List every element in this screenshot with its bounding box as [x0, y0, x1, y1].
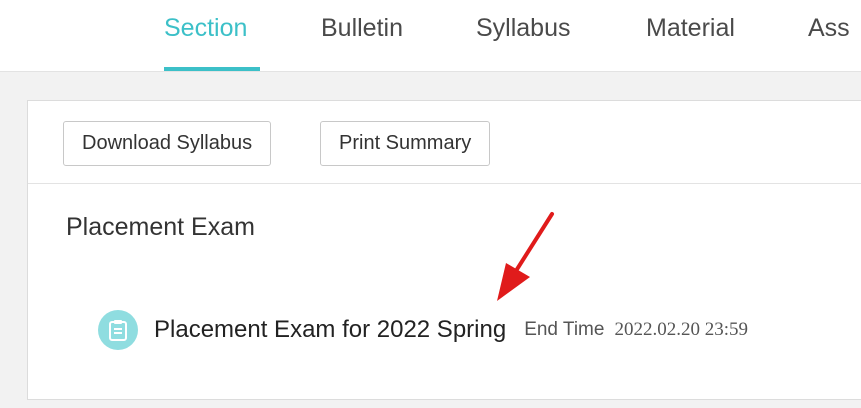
- tab-material[interactable]: Material: [646, 14, 735, 43]
- end-time-label: End Time: [524, 319, 605, 340]
- download-syllabus-button[interactable]: Download Syllabus: [63, 121, 272, 166]
- end-time-value: 2022.02.20 23:59: [614, 319, 748, 340]
- exam-title-link[interactable]: Placement Exam for 2022 Spring: [154, 316, 506, 344]
- exam-item[interactable]: Placement Exam for 2022 Spring End Time …: [98, 306, 748, 354]
- tab-syllabus[interactable]: Syllabus: [476, 14, 571, 43]
- section-panel: Download Syllabus Print Summary Placemen…: [27, 100, 861, 400]
- tab-bulletin[interactable]: Bulletin: [321, 14, 403, 43]
- clipboard-icon: [98, 310, 138, 350]
- panel-toolbar: Download Syllabus Print Summary: [28, 101, 861, 184]
- print-summary-button[interactable]: Print Summary: [320, 121, 491, 166]
- course-tab-bar: Section Bulletin Syllabus Material Ass: [0, 0, 861, 72]
- active-tab-indicator: [164, 67, 260, 71]
- tab-assignment[interactable]: Ass: [808, 14, 850, 43]
- section-heading: Placement Exam: [66, 213, 255, 241]
- tab-section[interactable]: Section: [164, 14, 247, 43]
